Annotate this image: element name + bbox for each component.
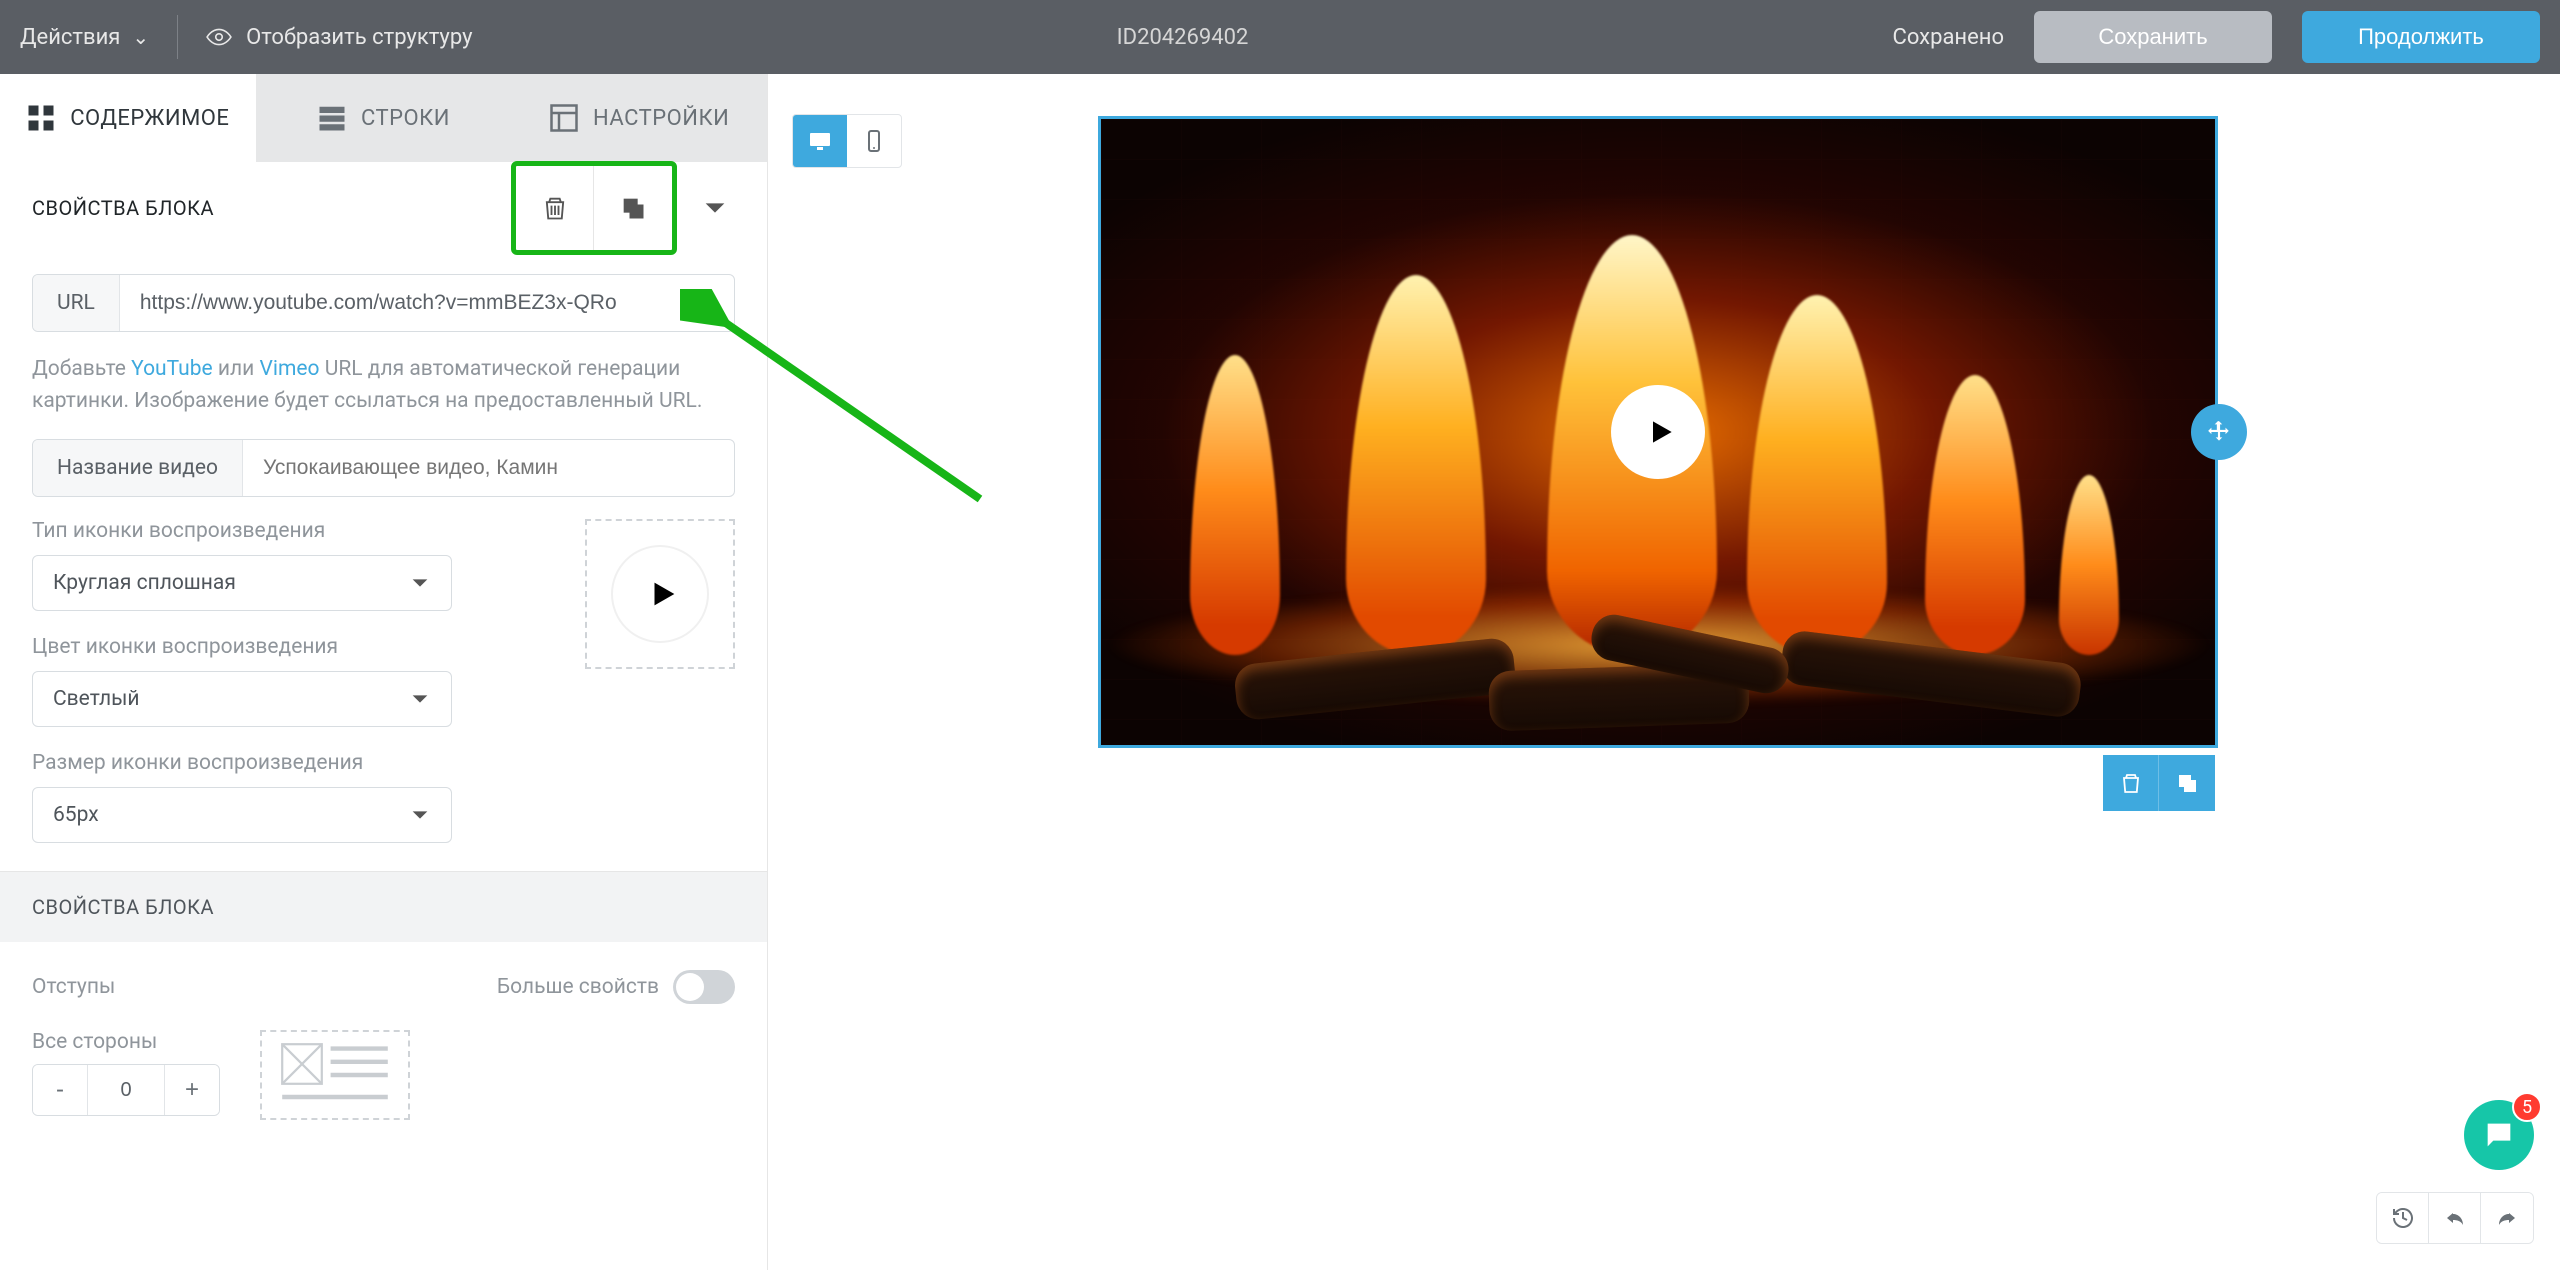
chevron-down-icon (409, 688, 431, 710)
icon-size-select[interactable]: 65px (32, 787, 452, 843)
chat-fab[interactable]: 5 (2464, 1100, 2534, 1170)
redo-icon (2495, 1206, 2519, 1230)
padding-input[interactable] (87, 1065, 165, 1115)
url-help-text: Добавьте YouTube или Vimeo URL для автом… (32, 354, 735, 417)
mobile-preview-button[interactable] (847, 115, 901, 167)
chevron-down-icon (701, 194, 729, 222)
chevron-down-icon (409, 804, 431, 826)
sidebar: СОДЕРЖИМОЕ СТРОКИ НАСТРОЙКИ СВОЙСТВА БЛО… (0, 74, 768, 1270)
redo-button[interactable] (2481, 1193, 2533, 1243)
grid-icon (26, 103, 56, 133)
video-title-field: Название видео (32, 439, 735, 497)
tab-rows[interactable]: СТРОКИ (256, 74, 512, 162)
show-structure-toggle[interactable]: Отобразить структуру (206, 24, 472, 50)
copy-icon (2175, 771, 2199, 795)
saved-status: Сохранено (1893, 25, 2004, 50)
icon-color-value: Светлый (53, 687, 140, 711)
tab-settings[interactable]: НАСТРОЙКИ (511, 74, 767, 162)
padding-preview (260, 1030, 410, 1120)
document-id: ID204269402 (472, 25, 1892, 50)
rows-icon (317, 103, 347, 133)
history-button[interactable] (2377, 1193, 2429, 1243)
eye-icon (206, 24, 232, 50)
play-icon-preview (585, 519, 735, 669)
delete-block-button[interactable] (516, 166, 594, 250)
play-icon (646, 577, 680, 611)
canvas: 5 (768, 74, 2560, 1270)
device-preview-toggle (792, 114, 902, 168)
chevron-down-icon (409, 572, 431, 594)
trash-icon (541, 194, 569, 222)
continue-button[interactable]: Продолжить (2302, 11, 2540, 63)
history-icon (2391, 1206, 2415, 1230)
copy-icon (619, 194, 647, 222)
tab-content[interactable]: СОДЕРЖИМОЕ (0, 74, 256, 162)
history-controls (2376, 1192, 2534, 1244)
vimeo-link[interactable]: Vimeo (260, 357, 320, 381)
actions-label: Действия (20, 25, 120, 50)
icon-type-label: Тип иконки воспроизведения (32, 519, 565, 543)
tab-label: НАСТРОЙКИ (593, 106, 729, 131)
actions-menu[interactable]: Действия ⌄ (20, 13, 149, 62)
undo-icon (2443, 1206, 2467, 1230)
panel-title: СВОЙСТВА БЛОКА (32, 196, 214, 220)
icon-color-label: Цвет иконки воспроизведения (32, 635, 565, 659)
icon-size-value: 65px (53, 803, 99, 827)
trash-icon (2119, 771, 2143, 795)
top-bar: Действия ⌄ Отобразить структуру ID204269… (0, 0, 2560, 74)
sidebar-tabs: СОДЕРЖИМОЕ СТРОКИ НАСТРОЙКИ (0, 74, 767, 162)
play-overlay[interactable] (1611, 385, 1705, 479)
move-icon (2206, 419, 2232, 445)
desktop-icon (808, 129, 832, 153)
youtube-link[interactable]: YouTube (131, 357, 213, 381)
icon-type-value: Круглая сплошная (53, 571, 236, 595)
padding-label: Отступы (32, 975, 115, 999)
collapse-panel-button[interactable] (695, 188, 735, 228)
tab-label: СОДЕРЖИМОЕ (70, 106, 229, 131)
url-field: URL (32, 274, 735, 332)
block-props-section-title: СВОЙСТВА БЛОКА (0, 872, 767, 942)
more-props-label: Больше свойств (497, 975, 659, 999)
desktop-preview-button[interactable] (793, 115, 847, 167)
move-handle[interactable] (2191, 404, 2247, 460)
show-structure-label: Отобразить структуру (246, 25, 472, 50)
play-icon (1645, 416, 1677, 448)
video-title-input[interactable] (243, 440, 734, 496)
placeholder-icon (274, 1042, 396, 1108)
divider (177, 15, 178, 59)
chat-badge: 5 (2512, 1092, 2542, 1122)
stepper-increment[interactable]: + (165, 1065, 219, 1115)
undo-button[interactable] (2429, 1193, 2481, 1243)
chat-icon (2482, 1118, 2516, 1152)
padding-stepper: - + (32, 1064, 220, 1116)
stepper-decrement[interactable]: - (33, 1065, 87, 1115)
icon-color-select[interactable]: Светлый (32, 671, 452, 727)
all-sides-label: Все стороны (32, 1030, 220, 1054)
tab-label: СТРОКИ (361, 106, 450, 131)
mobile-icon (862, 129, 886, 153)
video-title-label: Название видео (33, 440, 243, 496)
save-button[interactable]: Сохранить (2034, 11, 2272, 63)
url-input[interactable] (120, 275, 734, 331)
highlight-box (511, 161, 677, 255)
url-label: URL (33, 275, 120, 331)
more-props-toggle[interactable] (673, 970, 735, 1004)
icon-type-select[interactable]: Круглая сплошная (32, 555, 452, 611)
duplicate-block-button[interactable] (594, 166, 672, 250)
video-content-block[interactable] (1098, 116, 2218, 748)
chevron-down-icon: ⌄ (132, 25, 149, 49)
canvas-duplicate-button[interactable] (2159, 755, 2215, 811)
canvas-delete-button[interactable] (2103, 755, 2159, 811)
layout-icon (549, 103, 579, 133)
icon-size-label: Размер иконки воспроизведения (32, 751, 565, 775)
